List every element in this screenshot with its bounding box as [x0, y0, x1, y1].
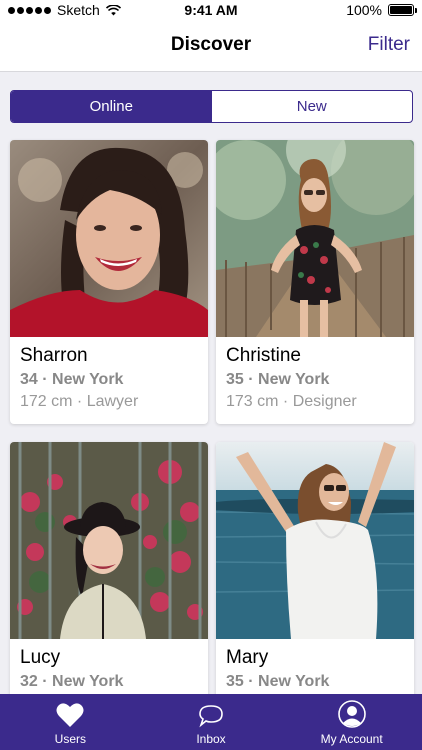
- profile-card[interactable]: Sharron 34 · New York 172 cm · Lawyer: [10, 140, 208, 424]
- tab-label: My Account: [320, 732, 383, 746]
- heart-icon: [56, 703, 84, 727]
- profile-name: Lucy: [20, 647, 61, 668]
- profile-card[interactable]: Christine 35 · New York 173 cm · Designe…: [216, 140, 414, 424]
- profile-name: Mary: [226, 647, 269, 668]
- carrier-label: Sketch: [57, 2, 100, 18]
- profile-info: Christine 35 · New York 173 cm · Designe…: [216, 337, 414, 422]
- segmented-control: Online New: [10, 90, 413, 123]
- profile-photo: [216, 442, 414, 639]
- signal-icon: [8, 6, 51, 14]
- profile-details: 172 cm · Lawyer: [20, 393, 139, 410]
- user-avatar-icon: [337, 700, 366, 728]
- page-title: Discover: [170, 34, 252, 55]
- wifi-icon: [105, 4, 121, 15]
- filter-button[interactable]: Filter: [368, 34, 410, 56]
- tab-label: Users: [54, 732, 86, 746]
- profile-photo: [216, 140, 414, 337]
- tab-bar: Users Inbox My Account: [0, 694, 422, 750]
- profile-age-city: 35 · New York: [226, 371, 330, 388]
- battery-group: 100%: [346, 2, 417, 18]
- tab-label: Inbox: [196, 732, 226, 746]
- profile-age-city: 32 · New York: [20, 673, 124, 690]
- tab-my-account[interactable]: My Account: [281, 694, 422, 750]
- tab-inbox[interactable]: Inbox: [141, 694, 282, 750]
- profile-details: 173 cm · Designer: [226, 393, 357, 410]
- profile-name: Christine: [226, 345, 301, 366]
- profile-name: Sharron: [20, 345, 88, 366]
- profile-photo: [10, 442, 208, 639]
- profile-age-city: 34 · New York: [20, 371, 124, 388]
- navigation-bar: Discover Filter: [0, 20, 422, 72]
- battery-icon: [388, 4, 417, 16]
- profile-photo: [10, 140, 208, 337]
- profile-age-city: 35 · New York: [226, 673, 330, 690]
- battery-percent: 100%: [346, 2, 382, 18]
- profile-info: Sharron 34 · New York 172 cm · Lawyer: [10, 337, 208, 422]
- carrier-group: Sketch: [8, 2, 121, 18]
- chat-bubble-icon: [199, 705, 223, 728]
- tab-users[interactable]: Users: [0, 694, 141, 750]
- status-bar: Sketch 9:41 AM 100%: [0, 0, 422, 20]
- segment-online[interactable]: Online: [11, 91, 212, 122]
- segment-new[interactable]: New: [212, 91, 413, 122]
